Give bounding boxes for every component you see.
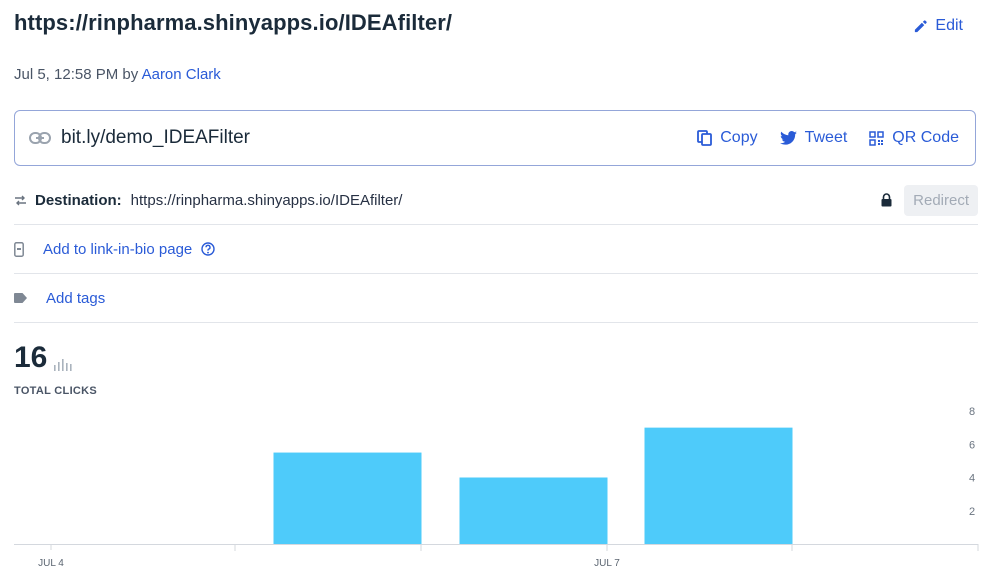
edit-button[interactable]: Edit xyxy=(913,17,963,35)
link-in-bio-row: Add to link-in-bio page xyxy=(14,225,978,274)
twitter-icon xyxy=(779,131,797,145)
by-text: by xyxy=(122,66,139,83)
clicks-bar-chart: 2 4 6 8 JUL 4 JUL 7 xyxy=(14,406,979,569)
copy-label: Copy xyxy=(720,129,758,146)
qr-code-label: QR Code xyxy=(892,129,959,146)
x-tick-label: JUL 4 xyxy=(38,558,64,569)
total-clicks: 16 xyxy=(14,343,75,373)
pencil-icon xyxy=(913,19,928,34)
qr-code-button[interactable]: QR Code xyxy=(869,129,959,147)
y-tick-label: 8 xyxy=(969,406,975,418)
tweet-label: Tweet xyxy=(804,129,848,146)
redirect-button[interactable]: Redirect xyxy=(904,184,978,216)
bar-jul-6[interactable] xyxy=(459,477,608,545)
created-date: Jul 5, 12:58 PM xyxy=(14,66,119,83)
y-tick-label: 6 xyxy=(969,439,975,451)
total-clicks-label: TOTAL CLICKS xyxy=(14,385,98,397)
redirect-arrows-icon xyxy=(14,195,27,206)
link-meta: Jul 5, 12:58 PM by Aaron Clark xyxy=(14,66,221,83)
y-tick-label: 2 xyxy=(969,506,975,518)
lock-icon xyxy=(881,193,892,207)
bar-jul-7[interactable] xyxy=(644,427,793,544)
edit-label: Edit xyxy=(935,17,963,34)
qr-code-icon xyxy=(869,130,885,146)
short-link-actions: Copy Tweet QR Code xyxy=(697,129,959,147)
help-icon[interactable] xyxy=(201,242,215,256)
mini-bar-chart-icon xyxy=(53,359,75,371)
author-link[interactable]: Aaron Clark xyxy=(142,66,221,83)
add-tags-link[interactable]: Add tags xyxy=(46,290,105,307)
link-icon xyxy=(29,131,51,145)
y-tick-label: 4 xyxy=(969,473,975,485)
short-link-box: bit.ly/demo_IDEAFilter Copy Tweet QR Cod… xyxy=(14,110,976,166)
bar-jul-5[interactable] xyxy=(273,452,422,544)
page-title: https://rinpharma.shinyapps.io/IDEAfilte… xyxy=(14,10,453,35)
destination-row: Destination: https://rinpharma.shinyapps… xyxy=(14,176,978,225)
copy-button[interactable]: Copy xyxy=(697,129,758,147)
short-link-text[interactable]: bit.ly/demo_IDEAFilter xyxy=(61,127,250,149)
mobile-page-icon xyxy=(14,241,24,257)
tweet-button[interactable]: Tweet xyxy=(779,129,848,147)
total-clicks-value: 16 xyxy=(14,341,48,374)
x-tick-label: JUL 7 xyxy=(594,558,620,569)
tag-icon xyxy=(14,293,27,303)
tags-row: Add tags xyxy=(14,274,978,323)
destination-url: https://rinpharma.shinyapps.io/IDEAfilte… xyxy=(130,191,403,209)
add-link-in-bio-link[interactable]: Add to link-in-bio page xyxy=(43,241,192,258)
destination-label: Destination: xyxy=(35,191,122,209)
copy-icon xyxy=(697,130,713,146)
